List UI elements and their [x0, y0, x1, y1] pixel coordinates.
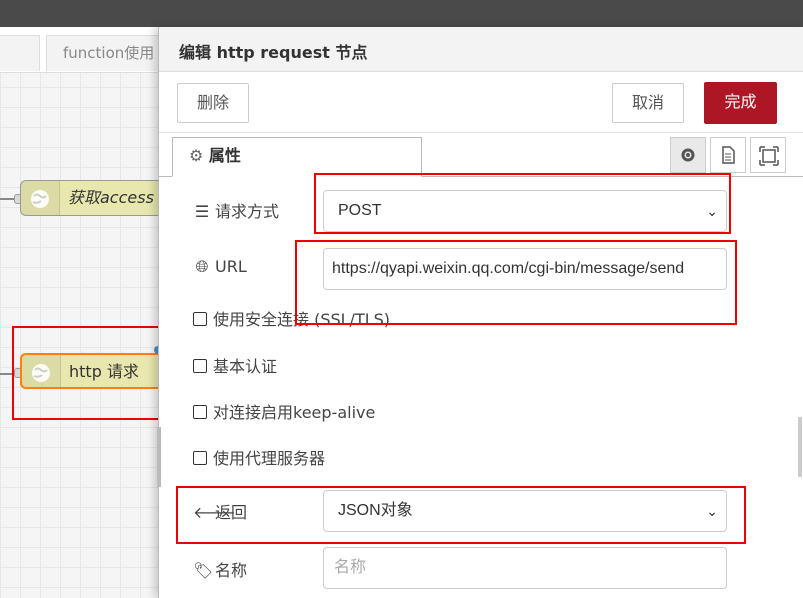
- flow-node-get-access[interactable]: 获取access: [20, 180, 170, 216]
- edit-tray: 编辑 http request 节点 删除 取消 完成 ⚙ 属性 ☰ 请求方式 P…: [157, 27, 803, 598]
- tab-properties[interactable]: ⚙ 属性: [172, 137, 422, 177]
- appearance-view-button[interactable]: [750, 137, 786, 173]
- delete-button[interactable]: 删除: [177, 83, 249, 123]
- proxy-checkbox-row[interactable]: 使用代理服务器: [193, 445, 325, 469]
- url-input[interactable]: https://qyapi.weixin.qq.com/cgi-bin/mess…: [323, 248, 727, 290]
- method-label: ☰ 请求方式: [194, 202, 280, 221]
- name-label: 🏷︎ 名称: [193, 561, 248, 580]
- tray-toolbar: 删除 取消 完成: [159, 72, 803, 133]
- tls-checkbox[interactable]: [193, 312, 207, 326]
- workspace-tab-function[interactable]: function使用: [46, 35, 170, 71]
- flow-workspace[interactable]: function使用 获取access http 请求: [0, 27, 170, 598]
- tray-header: 编辑 http request 节点: [159, 27, 803, 72]
- name-input[interactable]: 名称: [323, 547, 727, 589]
- tray-title: 编辑 http request 节点: [179, 43, 368, 62]
- done-button[interactable]: 完成: [704, 82, 777, 124]
- tab-label: 属性: [208, 146, 241, 165]
- globe-icon: [21, 181, 60, 215]
- frame-icon: [759, 146, 779, 166]
- url-label: 🌐︎ URL: [193, 257, 247, 277]
- proxy-checkbox[interactable]: [193, 451, 207, 465]
- list-icon: ☰: [194, 202, 210, 221]
- method-select[interactable]: POST ⌄: [323, 190, 727, 232]
- node-label: http 请求: [69, 362, 139, 381]
- tray-tab-row: ⚙ 属性: [159, 133, 803, 177]
- return-select[interactable]: JSON对象 ⌄: [323, 490, 727, 532]
- gear-icon: [681, 148, 695, 162]
- arrow-left-icon: 🡐: [193, 503, 236, 522]
- description-view-button[interactable]: [710, 137, 746, 173]
- auth-checkbox[interactable]: [193, 359, 207, 373]
- tls-checkbox-row[interactable]: 使用安全连接 (SSL/TLS): [193, 306, 390, 330]
- globe-icon: [22, 355, 61, 387]
- gear-icon: ⚙: [189, 146, 204, 165]
- file-icon: [722, 146, 735, 164]
- top-bar: [0, 0, 803, 27]
- globe-icon: 🌐︎: [195, 257, 209, 276]
- auth-checkbox-row[interactable]: 基本认证: [193, 353, 277, 377]
- properties-view-button[interactable]: [670, 137, 706, 173]
- flow-node-http-request[interactable]: http 请求: [20, 353, 170, 389]
- scrollbar[interactable]: [798, 417, 802, 477]
- keepalive-checkbox[interactable]: [193, 405, 207, 419]
- node-label: 获取access: [68, 188, 154, 207]
- tray-resize-handle[interactable]: [157, 427, 161, 487]
- return-label: 🡐返回: [193, 503, 248, 522]
- keepalive-checkbox-row[interactable]: 对连接启用keep-alive: [193, 399, 375, 423]
- tag-icon: 🏷︎: [193, 561, 214, 580]
- chevron-down-icon: ⌄: [706, 503, 718, 519]
- workspace-tab-bar: function使用: [0, 27, 170, 73]
- chevron-down-icon: ⌄: [706, 203, 718, 219]
- workspace-tab[interactable]: [0, 35, 40, 71]
- cancel-button[interactable]: 取消: [612, 83, 684, 123]
